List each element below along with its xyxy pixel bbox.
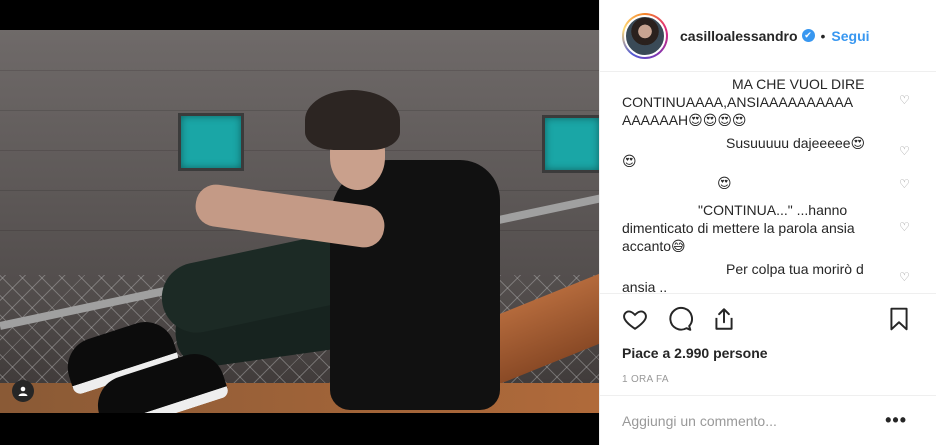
- window: [178, 113, 244, 171]
- comment: 😍: [622, 174, 892, 192]
- verified-badge-icon: ✔: [801, 29, 815, 42]
- username-link[interactable]: casilloalessandro: [680, 28, 798, 44]
- separator-dot: •: [820, 27, 826, 44]
- wall-line: [0, 110, 599, 111]
- comment: Per colpa tua morirò d ansia ..: [622, 260, 892, 294]
- heart-icon[interactable]: ♡: [899, 178, 911, 190]
- avatar-image: [624, 14, 666, 57]
- avatar[interactable]: [622, 12, 668, 59]
- heart-icon[interactable]: ♡: [899, 94, 911, 106]
- wall-line: [0, 70, 599, 71]
- follow-button[interactable]: Segui: [831, 28, 869, 44]
- comment-text: 😍: [622, 153, 637, 169]
- heart-icon[interactable]: ♡: [899, 145, 911, 157]
- add-comment-bar: •••: [600, 395, 936, 445]
- comment-icon[interactable]: [667, 306, 695, 334]
- post-timestamp[interactable]: 1 ORA FA: [622, 374, 669, 385]
- comment-input[interactable]: [622, 412, 872, 429]
- wall-line: [0, 150, 599, 151]
- comment-text: Susuuuuu dajeeeee😍: [726, 135, 866, 151]
- heart-icon[interactable]: ♡: [899, 221, 911, 233]
- window: [542, 115, 599, 173]
- comment-text: accanto😅: [622, 238, 686, 254]
- likes-count[interactable]: Piace a 2.990 persone: [622, 345, 768, 361]
- post-photo[interactable]: [0, 30, 599, 413]
- comment: MA CHE VUOL DIRE CONTINUAAAA,ANSIAAAAAAA…: [622, 75, 892, 129]
- comment-text: ansia ..: [622, 279, 668, 294]
- post-header: casilloalessandro ✔ • Segui: [600, 0, 936, 72]
- comment: Susuuuuu dajeeeee😍 😍: [622, 134, 892, 170]
- user-tag-icon[interactable]: [12, 380, 34, 402]
- comment: "CONTINUA..." ...hanno dimenticato di me…: [622, 201, 892, 255]
- post-media[interactable]: [0, 0, 599, 445]
- person-hair: [305, 90, 400, 150]
- instagram-post: casilloalessandro ✔ • Segui MA CHE VUOL …: [0, 0, 936, 445]
- heart-icon[interactable]: ♡: [899, 271, 911, 283]
- share-icon[interactable]: [711, 306, 739, 334]
- comment-list[interactable]: MA CHE VUOL DIRE CONTINUAAAA,ANSIAAAAAAA…: [600, 72, 936, 294]
- comment-text: AAAAAAH😍😍😍😍: [622, 112, 747, 128]
- comment-text: 😍: [717, 175, 732, 191]
- person-shirt: [330, 160, 500, 410]
- comment-text: dimenticato di mettere la parola ansia: [622, 220, 855, 236]
- heart-icon[interactable]: [622, 306, 650, 334]
- action-bar: [622, 306, 918, 336]
- post-sidebar: casilloalessandro ✔ • Segui MA CHE VUOL …: [599, 0, 936, 445]
- bookmark-icon[interactable]: [886, 306, 914, 334]
- comment-text: CONTINUAAAA,ANSIAAAAAAAAAA: [622, 94, 854, 110]
- more-options-button[interactable]: •••: [885, 410, 907, 431]
- comment-text: MA CHE VUOL DIRE: [732, 76, 865, 92]
- comment-text: Per colpa tua morirò d: [726, 261, 864, 277]
- comment-text: "CONTINUA..." ...hanno: [698, 202, 848, 218]
- wall-line: [0, 190, 599, 191]
